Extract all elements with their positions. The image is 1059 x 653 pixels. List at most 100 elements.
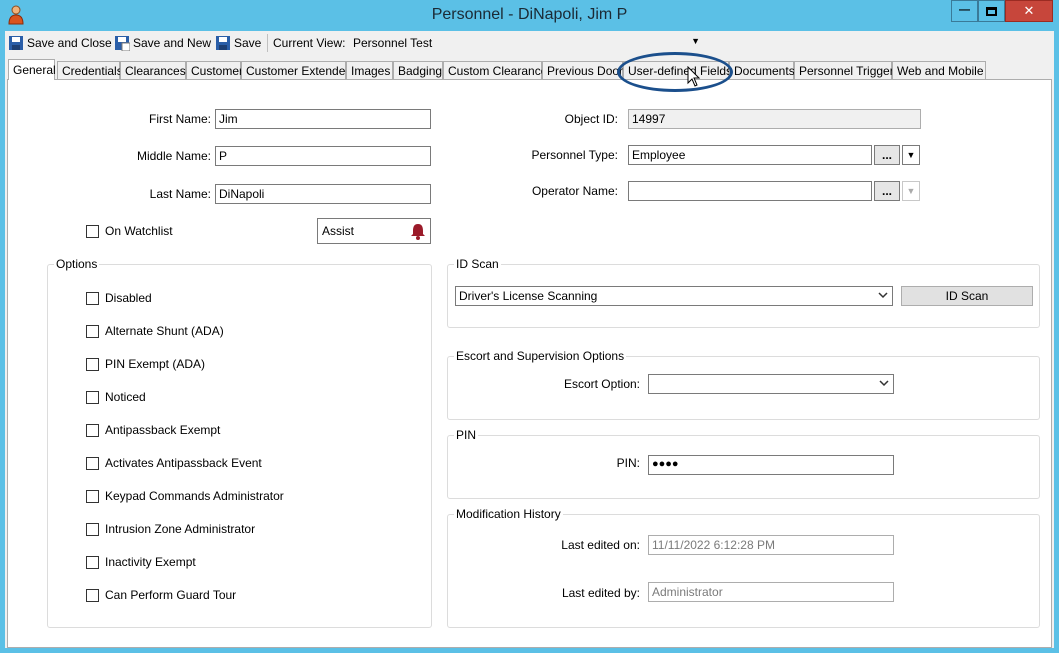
option-label: Keypad Commands Administrator [105,489,284,503]
tab-label: Customer [191,64,244,78]
personnel-type-browse-button[interactable]: ... [874,145,900,165]
save-and-new-button[interactable]: Save and New [114,34,211,52]
pin-label: PIN: [616,456,640,470]
tab-personnel-triggers[interactable]: Personnel Triggers [794,61,900,80]
last-edited-by-label: Last edited by: [561,586,640,600]
option-antipassback-exempt[interactable]: Antipassback Exempt [86,423,220,437]
save-icon [9,36,23,50]
id-scan-button[interactable]: ID Scan [901,286,1033,306]
save-and-close-button[interactable]: Save and Close [8,34,112,52]
tab-badging[interactable]: Badging [393,61,443,80]
first-name-label: First Name: [148,112,211,126]
close-button[interactable]: ✕ [1005,0,1053,22]
checkbox-box[interactable] [86,555,99,569]
checkbox-box[interactable] [86,489,99,503]
assist-label: Assist [322,224,355,238]
option-intrusion-zone-admin[interactable]: Intrusion Zone Administrator [86,522,255,536]
option-alternate-shunt[interactable]: Alternate Shunt (ADA) [86,324,224,338]
checkbox-box[interactable] [86,224,99,238]
tab-customer-extended[interactable]: Customer Extended [241,61,352,80]
option-disabled[interactable]: Disabled [86,291,152,305]
modification-history-title: Modification History [454,507,563,521]
tab-clearances[interactable]: Clearances [120,61,186,80]
current-view-label: Current View: [273,36,346,50]
last-name-input[interactable]: DiNapoli [215,184,431,204]
checkbox-box[interactable] [86,357,99,371]
last-name-label: Last Name: [149,187,211,201]
checkbox-box[interactable] [86,390,99,404]
personnel-type-label: Personnel Type: [531,148,618,162]
close-icon: ✕ [1023,3,1035,18]
id-scan-select[interactable]: Driver's License Scanning [455,286,893,306]
checkbox-box[interactable] [86,423,99,437]
title-bar[interactable]: Personnel - DiNapoli, Jim P — ✕ [0,0,1059,31]
option-pin-exempt[interactable]: PIN Exempt (ADA) [86,357,205,371]
checkbox-box[interactable] [86,324,99,338]
current-view-select[interactable]: Personnel Test ▼ [350,34,700,52]
checkbox-box[interactable] [86,291,99,305]
tab-images[interactable]: Images [346,61,393,80]
tab-custom-clearance[interactable]: Custom Clearance [443,61,547,80]
operator-name-dropdown-button[interactable]: ▼ [902,181,920,201]
id-scan-title: ID Scan [454,257,501,271]
tab-strip: General Credentials Clearances Customer … [5,59,1054,80]
tab-label: Credentials [62,64,123,78]
checkbox-box[interactable] [86,522,99,536]
watchlist-label: On Watchlist [105,224,173,238]
escort-title: Escort and Supervision Options [454,349,627,363]
save-label: Save [234,36,262,50]
option-keypad-admin[interactable]: Keypad Commands Administrator [86,489,284,503]
options-group: Options [47,257,432,628]
object-id-field: 14997 [628,109,921,129]
modification-history-group: Modification History [447,507,1040,628]
tab-web-and-mobile[interactable]: Web and Mobile [892,61,986,80]
minimize-icon: — [959,4,970,16]
option-label: PIN Exempt (ADA) [105,357,206,371]
operator-name-input[interactable] [628,181,872,201]
save-icon [216,36,230,50]
first-name-input[interactable]: Jim [215,109,431,129]
save-and-close-label: Save and Close [27,36,112,50]
tab-general[interactable]: General [8,59,56,80]
escort-option-label: Escort Option: [563,377,640,391]
tab-documents[interactable]: Documents [729,61,795,80]
id-scan-selected: Driver's License Scanning [459,289,598,303]
pin-title: PIN [454,428,479,442]
tab-label: Web and Mobile [897,64,984,78]
checkbox-box[interactable] [86,456,99,470]
tab-label: Clearances [125,64,186,78]
escort-option-select[interactable] [648,374,894,394]
maximize-button[interactable] [978,0,1005,22]
option-label: Inactivity Exempt [105,555,196,569]
current-view-value: Personnel Test [353,36,433,50]
options-title: Options [54,257,100,271]
minimize-button[interactable]: — [951,0,978,22]
option-activates-antipassback[interactable]: Activates Antipassback Event [86,456,262,470]
option-label: Activates Antipassback Event [105,456,262,470]
tab-previous-doors[interactable]: Previous Doors [542,61,629,80]
option-guard-tour[interactable]: Can Perform Guard Tour [86,588,236,602]
option-label: Antipassback Exempt [105,423,221,437]
save-button[interactable]: Save [215,34,261,52]
highlight-ring [617,52,733,92]
tab-credentials[interactable]: Credentials [57,61,123,80]
toolbar: Save and Close Save and New Save Current… [5,31,1054,55]
bell-icon [411,224,425,240]
middle-name-input[interactable]: P [215,146,431,166]
option-noticed[interactable]: Noticed [86,390,146,404]
tab-label: Custom Clearance [448,64,548,78]
middle-name-label: Middle Name: [136,149,211,163]
personnel-window: Personnel - DiNapoli, Jim P — ✕ Save and… [0,0,1059,653]
dropdown-arrow-icon: ▼ [691,36,700,46]
personnel-type-dropdown-button[interactable]: ▼ [902,145,920,165]
option-label: Noticed [105,390,146,404]
personnel-type-input[interactable]: Employee [628,145,872,165]
option-inactivity-exempt[interactable]: Inactivity Exempt [86,555,196,569]
watchlist-checkbox[interactable]: On Watchlist [86,224,173,238]
tab-customer[interactable]: Customer [186,61,244,80]
checkbox-box[interactable] [86,588,99,602]
assist-field[interactable]: Assist [317,218,431,244]
object-id-label: Object ID: [564,112,618,126]
operator-name-browse-button[interactable]: ... [874,181,900,201]
pin-input[interactable]: ●●●● [648,455,894,475]
